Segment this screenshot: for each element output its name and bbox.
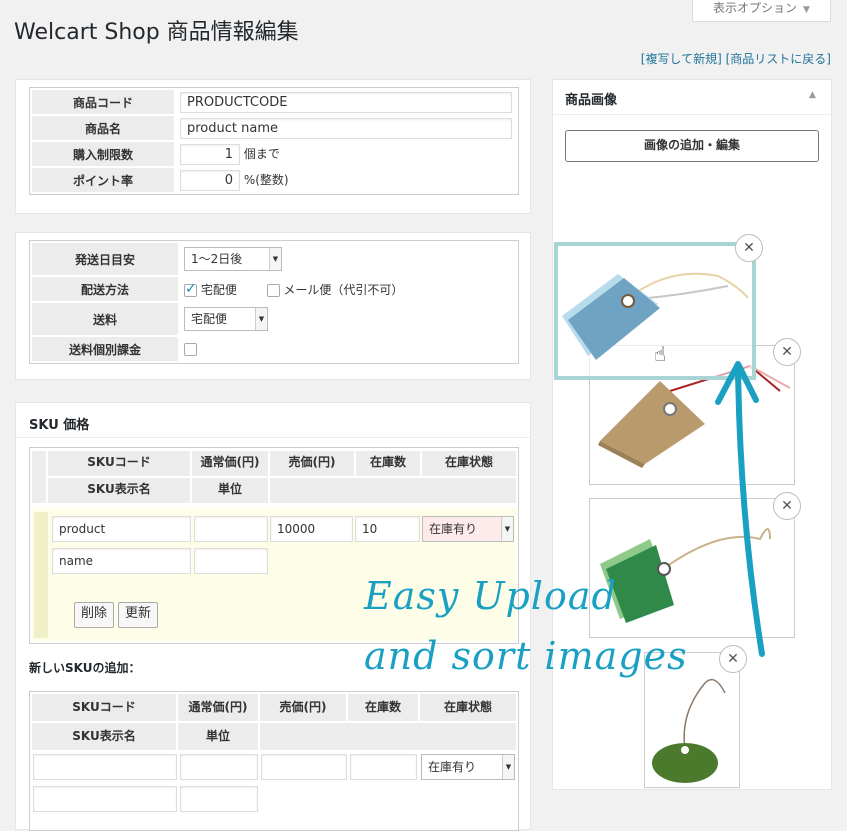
sku-display-name-input[interactable]: name — [52, 548, 191, 574]
delete-sku-button[interactable]: 削除 — [74, 602, 114, 628]
shipping-table: 発送日目安 1〜2日後 ▼ 配送方法 宅配便 メール便（代引不可） 送料 宅配便 ▼… — [29, 240, 519, 364]
product-code-input[interactable]: PRODUCTCODE — [180, 91, 512, 113]
unit-header: 単位 — [192, 478, 268, 503]
sku-code-header: SKUコード — [48, 451, 190, 476]
delivery-method-label: 配送方法 — [32, 277, 178, 301]
sku-code-input[interactable]: product — [52, 516, 191, 542]
individual-charge-checkbox[interactable] — [184, 343, 197, 356]
new-sku-table: SKUコード 通常価(円) 売価(円) 在庫数 在庫状態 SKU表示名 単位 在… — [29, 691, 519, 831]
new-header-filler — [260, 723, 516, 750]
divider — [16, 437, 530, 438]
header-gutter — [32, 451, 46, 503]
drag-handle[interactable] — [34, 512, 48, 638]
select-arrow-icon: ▼ — [255, 308, 267, 330]
unit-input[interactable] — [194, 548, 268, 574]
stock-status-value: 在庫有り — [429, 522, 478, 536]
product-name-input[interactable]: product name — [180, 117, 512, 139]
sku-section-title: SKU 価格 — [29, 418, 90, 433]
new-price-input[interactable] — [261, 754, 347, 780]
select-arrow-icon: ▼ — [269, 248, 281, 270]
point-rate-label: ポイント率 — [32, 168, 174, 192]
ship-date-select[interactable]: 1〜2日後 ▼ — [184, 247, 282, 271]
basic-info-panel: 商品コード PRODUCTCODE 商品名 product name 購入制限数… — [15, 79, 531, 214]
screen-options-label: 表示オプション — [713, 1, 798, 15]
mail-delivery-checkbox[interactable] — [266, 283, 280, 297]
divider — [553, 114, 831, 115]
shipping-fee-label: 送料 — [32, 303, 178, 335]
sku-display-name-header: SKU表示名 — [48, 478, 190, 503]
price-input[interactable]: 10000 — [270, 516, 353, 542]
home-delivery-checkbox[interactable] — [184, 281, 197, 297]
update-sku-button[interactable]: 更新 — [118, 602, 158, 628]
select-arrow-icon: ▼ — [501, 517, 513, 541]
basic-info-table: 商品コード PRODUCTCODE 商品名 product name 購入制限数… — [29, 87, 519, 195]
mail-delivery-label: メール便（代引不可） — [283, 282, 404, 297]
add-edit-images-button[interactable]: 画像の追加・編集 — [565, 130, 819, 162]
new-stock-input[interactable] — [350, 754, 417, 780]
collapse-arrow-icon[interactable]: ▲ — [809, 90, 816, 100]
new-sku-code-header: SKUコード — [32, 694, 176, 721]
hand-cursor-icon: ☝ — [654, 342, 667, 366]
new-stock-status-value: 在庫有り — [428, 760, 477, 774]
page-title: Welcart Shop 商品情報編集 — [14, 20, 299, 45]
purchase-limit-label: 購入制限数 — [32, 142, 174, 166]
back-to-list-link[interactable]: [商品リストに戻る] — [726, 52, 831, 66]
stock-status-header: 在庫状態 — [422, 451, 516, 476]
select-arrow-icon: ▼ — [502, 755, 514, 779]
new-price-header: 売価(円) — [260, 694, 346, 721]
point-rate-suffix: %(整数) — [243, 172, 289, 187]
stock-input[interactable]: 10 — [355, 516, 420, 542]
new-sku-code-input[interactable] — [33, 754, 177, 780]
overlay-caption-line2: and sort images — [364, 634, 688, 678]
ship-date-label: 発送日目安 — [32, 243, 178, 275]
stock-header: 在庫数 — [356, 451, 420, 476]
purchase-limit-input[interactable]: 1 — [180, 143, 240, 165]
new-stock-status-select[interactable]: 在庫有り ▼ — [421, 754, 515, 780]
new-list-price-input[interactable] — [180, 754, 258, 780]
stock-status-select[interactable]: 在庫有り ▼ — [422, 516, 514, 542]
product-images-title: 商品画像 — [565, 93, 618, 108]
copy-new-link[interactable]: [複写して新規] — [641, 52, 722, 66]
list-price-input[interactable] — [194, 516, 268, 542]
ship-date-value: 1〜2日後 — [191, 252, 243, 266]
remove-image-icon[interactable]: ✕ — [735, 234, 763, 262]
overlay-caption-line1: Easy Upload — [364, 574, 617, 618]
header-filler — [270, 478, 516, 503]
price-header: 売価(円) — [270, 451, 354, 476]
new-unit-header: 単位 — [178, 723, 258, 750]
chevron-down-icon: ▼ — [803, 5, 810, 15]
individual-charge-label: 送料個別課金 — [32, 337, 178, 361]
screen-options-button[interactable]: 表示オプション ▼ — [692, 0, 831, 22]
list-price-header: 通常価(円) — [192, 451, 268, 476]
new-list-price-header: 通常価(円) — [178, 694, 258, 721]
shipping-fee-select[interactable]: 宅配便 ▼ — [184, 307, 268, 331]
home-delivery-label: 宅配便 — [200, 282, 237, 297]
new-stock-status-header: 在庫状態 — [420, 694, 516, 721]
top-links: [複写して新規] [商品リストに戻る] — [641, 50, 831, 67]
point-rate-input[interactable]: 0 — [180, 169, 240, 191]
product-code-label: 商品コード — [32, 90, 174, 114]
new-sku-title: 新しいSKUの追加： — [29, 661, 141, 675]
drag-direction-arrow-icon — [715, 361, 765, 657]
new-stock-header: 在庫数 — [348, 694, 418, 721]
product-name-label: 商品名 — [32, 116, 174, 140]
new-sku-display-name-header: SKU表示名 — [32, 723, 176, 750]
shipping-fee-value: 宅配便 — [191, 312, 228, 326]
shipping-panel: 発送日目安 1〜2日後 ▼ 配送方法 宅配便 メール便（代引不可） 送料 宅配便 ▼… — [15, 232, 531, 380]
new-unit-input[interactable] — [180, 786, 258, 812]
new-sku-display-name-input[interactable] — [33, 786, 177, 812]
purchase-limit-suffix: 個まで — [243, 146, 280, 161]
